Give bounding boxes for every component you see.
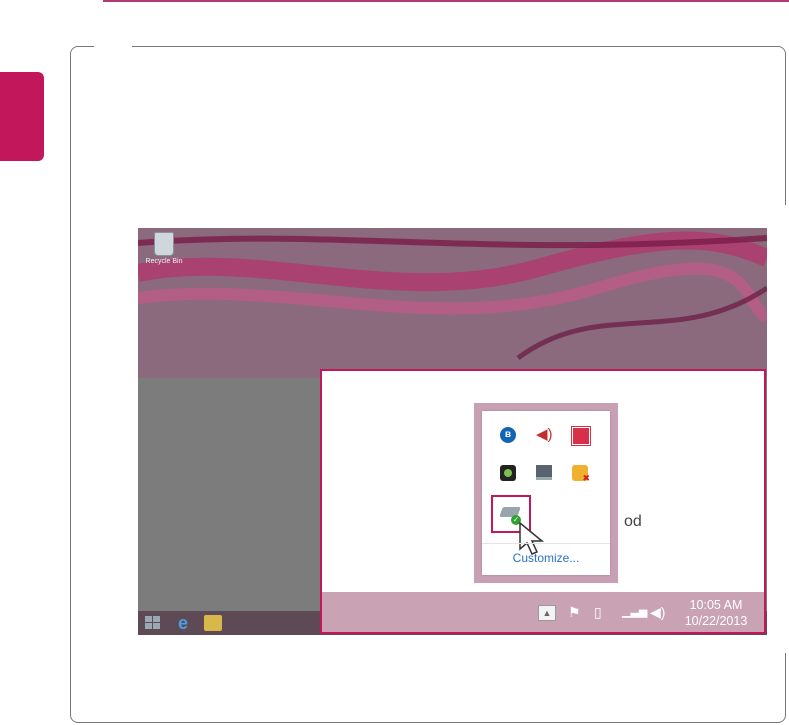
webcam-icon[interactable] xyxy=(500,465,516,481)
battery-icon[interactable]: ▯ xyxy=(594,603,602,621)
red-app-icon[interactable] xyxy=(572,427,590,445)
show-hidden-icons-button[interactable]: ▲ xyxy=(538,605,556,621)
recycle-bin[interactable]: Recycle Bin xyxy=(144,232,184,265)
zoomed-tray-callout: od ʙ ◀) ✓ Customize... ▲ ⚑ ▯ ▁▃▅ ◀) 10:0… xyxy=(320,369,766,634)
wallpaper-swirl xyxy=(138,228,767,378)
top-rule xyxy=(103,0,789,2)
internet-explorer-icon[interactable]: e xyxy=(174,614,192,632)
recycle-bin-icon xyxy=(154,232,174,256)
partial-window-text: od xyxy=(624,513,642,530)
volume-icon[interactable]: ◀) xyxy=(650,603,665,621)
bluetooth-icon[interactable]: ʙ xyxy=(500,427,516,443)
customize-link[interactable]: Customize... xyxy=(482,551,610,565)
system-clock[interactable]: 10:05 AM 10/22/2013 xyxy=(674,597,758,629)
clock-time: 10:05 AM xyxy=(689,598,743,612)
notification-overflow-panel: ʙ ◀) ✓ Customize... xyxy=(474,403,618,583)
flag-icon[interactable]: ⚑ xyxy=(568,603,581,621)
signal-icon[interactable]: ▁▃▅ xyxy=(622,603,647,621)
file-explorer-icon[interactable] xyxy=(204,615,222,631)
plug-error-icon[interactable] xyxy=(572,465,590,484)
speaker-icon[interactable]: ◀) xyxy=(536,427,553,443)
windows-start-icon[interactable] xyxy=(144,615,162,631)
chapter-tab xyxy=(0,72,44,161)
recycle-bin-label: Recycle Bin xyxy=(145,258,183,265)
overflow-panel-body: ʙ ◀) ✓ Customize... xyxy=(482,411,610,575)
zoomed-taskbar: ▲ ⚑ ▯ ▁▃▅ ◀) 10:05 AM 10/22/2013 xyxy=(322,592,764,632)
clock-date: 10/22/2013 xyxy=(684,614,748,628)
monitor-icon[interactable] xyxy=(536,465,552,480)
